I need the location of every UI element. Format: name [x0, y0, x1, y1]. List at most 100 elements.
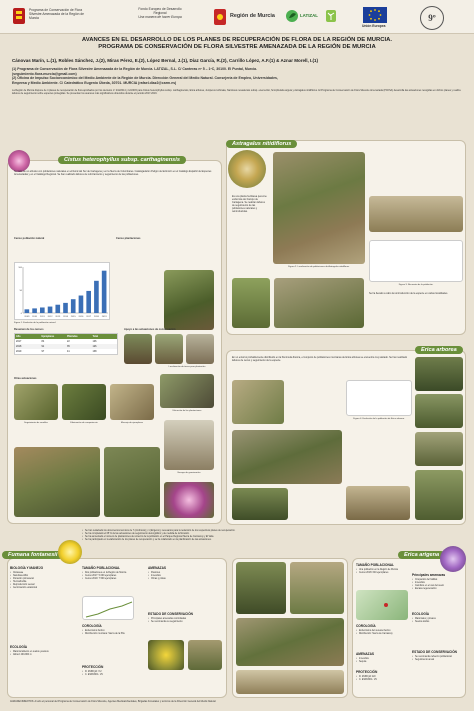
chart-bar	[32, 308, 37, 313]
table-cell: 138	[92, 350, 97, 353]
list-item: Distribución murciana: Sierra de la Pila	[82, 633, 134, 636]
summary-item: Se ha participado en la elaboración de l…	[82, 539, 392, 542]
authors: Cánovas Marín, L.(1), Robles Sánchez, J.…	[12, 58, 318, 63]
fumana-corologia-title: COROLOGÍA	[82, 624, 102, 628]
cistus-plant-photo	[164, 270, 214, 330]
erica-photo-2	[415, 394, 463, 428]
fumana-amenazas-list: Pastoreo Incendios Obras y pistas	[148, 572, 222, 581]
chart-y-tick-label: 50	[20, 290, 23, 292]
chart-tick-label: 2017	[86, 316, 92, 318]
arigena-corologia-list: Endemismo del sureste ibérico Distribuci…	[356, 630, 408, 636]
affil2-line2: Empresa y Medio Ambiente. C/ Catedrático…	[12, 80, 177, 85]
astragalus-field-photo	[369, 196, 463, 232]
arigena-map	[356, 590, 408, 620]
cistus-chart: 2009 2010 2011 2012 2013 2014 2015 2016 2017 2018…	[14, 262, 110, 320]
astragalus-map	[273, 152, 365, 264]
title-block: AVANCES EN EL DESARROLLO DE LOS PLANES D…	[0, 37, 474, 51]
cistus-sub-summary: Resumen de los censos	[14, 328, 44, 331]
arigena-principales-title: Principales amenazas	[412, 573, 446, 577]
astragalus-photo-3	[274, 278, 364, 328]
erica-text: En un entorno probablemente distribuido …	[232, 356, 408, 362]
cistus-title: Cistus heterophyllus subsp. carthaginens…	[58, 156, 186, 164]
other-photo-1	[14, 384, 58, 420]
carm-title: Programa de Conservación de Flora Silves…	[29, 8, 84, 20]
center-photo-4	[236, 670, 344, 694]
fumana-estado-title: ESTADO DE CONSERVACIÓN	[148, 612, 193, 616]
center-photo-1	[236, 562, 286, 614]
erica-photo-1	[415, 357, 463, 391]
fumana-proteccion-title: PROTECCIÓN	[82, 665, 104, 669]
astragalus-photo	[228, 150, 266, 188]
caption-marking: Marcaje de ejemplares	[120, 422, 144, 424]
center-photo-2	[290, 562, 344, 614]
chart-bar	[101, 270, 107, 313]
caption-plantation: Ubicación de las plantaciones	[172, 410, 202, 412]
chart-bar	[40, 307, 45, 313]
list-item: Censo 2018: 640 ejemplares	[356, 572, 408, 575]
arigena-flower-photo	[440, 546, 466, 572]
support-caption-5: Localización de áreas para plantación	[168, 366, 206, 368]
caption-seeds: Seguimiento de semillas	[24, 422, 48, 424]
list-item: Escasa regeneración	[412, 588, 464, 591]
poster-title-2: PROGRAMA DE CONSERVACIÓN DE FLORA SILVES…	[98, 44, 376, 51]
fumana-ecologia-title: ECOLOGÍA	[10, 645, 28, 649]
list-item: Se recomienda su seguimiento	[148, 621, 222, 624]
latizal-name: LATIZAL	[300, 13, 318, 18]
astragalus-intro: Es una planta herbácea perenne endémica …	[232, 195, 267, 213]
arigena-estado-title: ESTADO DE CONSERVACIÓN	[412, 650, 457, 654]
fumana-chart-svg	[85, 601, 133, 618]
latizal-logo-small	[325, 9, 337, 23]
chart-tick-label: 2014	[63, 316, 69, 318]
map-photo-1	[14, 447, 100, 517]
caption-competition: Eliminación de competencia	[70, 422, 98, 424]
center-photo-3	[236, 618, 344, 666]
arigena-principales-list: Ocupación del hábitat Incendios Cambios …	[412, 579, 464, 591]
fumana-photo-2	[148, 640, 184, 670]
table-cell: 41	[67, 350, 70, 353]
astragalus-text-2: Se ha llevado a cabo la reintroducción d…	[369, 292, 448, 295]
arigena-tamano-title: TAMAÑO POBLACIONAL	[356, 563, 395, 567]
erica-caption-1: Figura 4. Evolución de la población de E…	[353, 418, 405, 420]
cistus-sub-plantations: Censo plantaciones	[116, 237, 141, 240]
arigena-proteccion-list: R. MURCIA: EN C. ESPAÑOL: VU	[356, 676, 408, 682]
arigena-amenazas-title: AMENAZAS	[356, 652, 375, 656]
fumana-ecologia-list: Matorral abierto en suelos yesosos Altit…	[10, 651, 72, 657]
anniversary-logo: 9º	[420, 6, 444, 30]
list-item: Sequía	[356, 661, 408, 664]
header-bar: Programa de Conservación de Flora Silves…	[0, 0, 474, 34]
arigena-estado-list: Se recomienda refuerzo poblacional Segui…	[412, 656, 464, 662]
astragalus-title: Astragalus nitidiflorus	[226, 140, 298, 148]
list-item: Germinación estacional	[10, 587, 72, 590]
eu-flag	[363, 7, 387, 23]
erica-chart	[346, 380, 412, 416]
carm-logo	[12, 7, 26, 25]
arigena-corologia-title: COROLOGÍA	[356, 624, 376, 628]
erica-photo-4	[232, 488, 288, 520]
list-item: Altitud: 400-800 m	[10, 654, 72, 657]
arigena-ecologia-title: ECOLOGÍA	[412, 612, 430, 616]
map-marker-icon	[384, 603, 388, 607]
fumana-proteccion-list: R. MURCIA: VU C. ESPAÑOL: VU	[82, 671, 134, 677]
latizal-logo	[285, 9, 299, 23]
support-photo-1	[124, 334, 152, 364]
region-logo	[213, 8, 227, 26]
other-photo-3	[110, 384, 154, 420]
table-cell: 2019	[16, 350, 22, 353]
affiliation-1: (1) Programa de Conservación de Flora Si…	[12, 67, 462, 85]
cistus-flower-photo	[8, 150, 30, 172]
fumana-flower-photo	[58, 540, 82, 564]
fumana-estado-list: Principales amenazas controladas Se reco…	[148, 618, 222, 624]
cistus-chart-caption: Figura 1. Evolución de la población natu…	[14, 322, 56, 324]
erica-photo-3	[415, 432, 463, 466]
chart-tick-label: 2013	[55, 316, 61, 318]
caption-germination: Ensayo de germinación	[177, 472, 201, 474]
table-cell: 97	[41, 350, 45, 353]
astragalus-photo-2	[232, 278, 270, 328]
region-shield-icon	[214, 9, 226, 25]
cistus-sub-support: Apoyo a las actuaciones de conservación	[124, 328, 176, 331]
list-item: Suelos ácidos	[412, 621, 464, 624]
list-item: Seguimiento anual	[412, 659, 464, 662]
arigena-tamano-list: Una población en la Región de Murcia Cen…	[356, 569, 408, 575]
list-item: Obras y pistas	[148, 578, 222, 581]
fumana-tamano-title: TAMAÑO POBLACIONAL	[82, 566, 121, 570]
